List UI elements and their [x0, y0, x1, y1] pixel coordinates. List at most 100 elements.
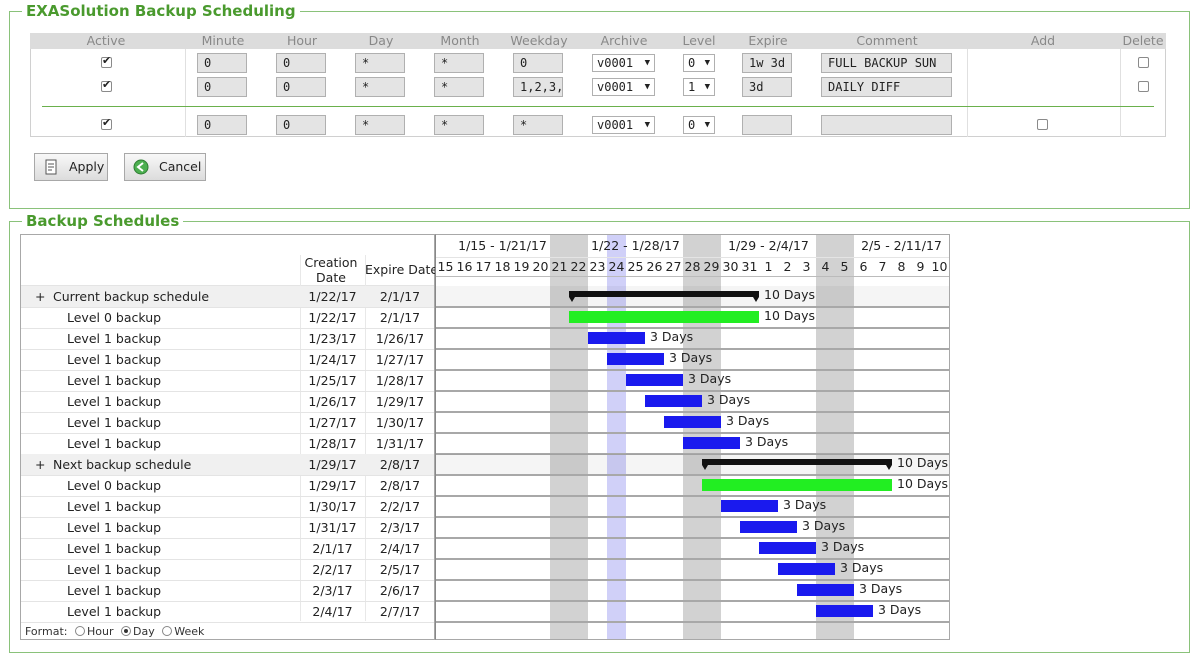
new-month-input[interactable]: * — [434, 115, 484, 135]
row1-active-checkbox[interactable] — [101, 54, 112, 68]
task-bar[interactable] — [778, 563, 835, 575]
row2-active-checkbox[interactable] — [101, 78, 112, 92]
summary-bar[interactable] — [702, 459, 892, 470]
cancel-button[interactable]: Cancel — [124, 153, 206, 181]
task-bar[interactable] — [626, 374, 683, 386]
row1-minute-input[interactable]: 0 — [197, 53, 247, 73]
row2-hour-input[interactable]: 0 — [276, 77, 326, 97]
row2-minute-input[interactable]: 0 — [197, 77, 247, 97]
col-creation-date-line2: Date — [316, 270, 346, 285]
day-number-label: 27 — [665, 259, 682, 274]
col-expire-date-header: Expire Date — [365, 262, 439, 277]
task-creation-date: 2/1/17 — [312, 541, 353, 556]
task-expire-date: 2/2/17 — [379, 499, 421, 514]
row1-level-value: 0 — [688, 56, 696, 70]
task-bar[interactable] — [816, 605, 873, 617]
task-bar[interactable] — [759, 542, 816, 554]
new-comment-input[interactable] — [821, 115, 952, 135]
col-day: Day — [368, 33, 394, 48]
new-add-checkbox[interactable] — [1037, 119, 1048, 130]
task-bar-label: 3 Days — [878, 602, 922, 617]
new-day-input[interactable]: * — [355, 115, 405, 135]
task-bar[interactable] — [797, 584, 854, 596]
format-hour-radio[interactable] — [74, 626, 85, 636]
new-active-checkbox[interactable] — [101, 116, 112, 130]
task-expire-date: 2/1/17 — [379, 310, 421, 325]
day-number-label: 19 — [513, 259, 530, 274]
task-creation-date: 2/3/17 — [312, 583, 353, 598]
task-bar[interactable] — [721, 500, 778, 512]
row2-archive-select[interactable]: v0001 ▼ — [592, 78, 655, 96]
task-bar[interactable] — [588, 332, 645, 344]
task-name: Level 1 backup — [67, 583, 162, 598]
task-name: Level 1 backup — [67, 604, 162, 619]
task-expire-date: 1/30/17 — [375, 415, 425, 430]
day-number-label: 25 — [627, 259, 644, 274]
row1-day-input[interactable]: * — [355, 53, 405, 73]
chart-row-divider — [436, 537, 949, 539]
task-name: Next backup schedule — [53, 457, 192, 472]
row1-comment-input[interactable]: FULL BACKUP SUN — [821, 53, 952, 73]
row1-level-select[interactable]: 0 ▼ — [683, 54, 715, 72]
row2-weekday-input[interactable]: 1,2,3, — [513, 77, 563, 97]
day-number-label: 26 — [646, 259, 663, 274]
day-number-label: 24 — [608, 259, 625, 274]
task-creation-date: 1/22/17 — [308, 310, 357, 325]
new-weekday-input[interactable]: * — [513, 115, 563, 135]
gantt-task-grid: Creation Date Expire Date + Current backu… — [20, 234, 439, 640]
new-minute-input[interactable]: 0 — [197, 115, 247, 135]
task-expire-date: 2/3/17 — [379, 520, 421, 535]
expand-toggle-icon[interactable]: + — [35, 286, 45, 307]
new-hour-input[interactable]: 0 — [276, 115, 326, 135]
row1-archive-select[interactable]: v0001 ▼ — [592, 54, 655, 72]
task-bar[interactable] — [702, 479, 892, 491]
col-delete: Delete — [1122, 33, 1164, 48]
row2-day-input[interactable]: * — [355, 77, 405, 97]
row2-level-select[interactable]: 1 ▼ — [683, 78, 715, 96]
col-archive: Archive — [600, 33, 648, 48]
col-creation-date-header: Creation Date — [303, 255, 359, 285]
task-bar[interactable] — [664, 416, 721, 428]
row1-expire-input[interactable]: 1w 3d — [742, 53, 792, 73]
col-divider — [967, 49, 968, 137]
chevron-down-icon: ▼ — [704, 120, 710, 130]
task-expire-date: 1/31/17 — [375, 436, 425, 451]
task-bar-label: 3 Days — [745, 434, 789, 449]
chart-row-divider — [436, 600, 949, 602]
day-number-label: 3 — [802, 259, 811, 274]
week-header-label: 1/15 - 1/21/17 — [458, 238, 547, 253]
row2-comment-input[interactable]: DAILY DIFF — [821, 77, 952, 97]
task-bar-label: 10 Days — [897, 476, 949, 491]
format-week-radio[interactable] — [162, 626, 173, 636]
day-number-label: 20 — [532, 259, 549, 274]
task-name: Level 1 backup — [67, 541, 162, 556]
col-month: Month — [440, 33, 480, 48]
new-expire-input[interactable] — [742, 115, 792, 135]
backup-schedules-title: Backup Schedules — [22, 212, 184, 230]
row1-weekday-input[interactable]: 0 — [513, 53, 563, 73]
task-expire-date: 2/1/17 — [379, 289, 421, 304]
cancel-button-label: Cancel — [159, 159, 202, 174]
day-number-label: 4 — [821, 259, 830, 274]
summary-bar[interactable] — [569, 291, 759, 302]
row2-delete-checkbox[interactable] — [1138, 81, 1149, 92]
task-bar[interactable] — [569, 311, 759, 323]
task-bar[interactable] — [740, 521, 797, 533]
format-day-radio[interactable] — [120, 626, 131, 636]
task-bar-label: 3 Days — [802, 518, 846, 533]
task-bar[interactable] — [645, 395, 702, 407]
new-archive-select[interactable]: v0001 ▼ — [592, 116, 655, 134]
task-bar[interactable] — [683, 437, 740, 449]
expand-toggle-icon[interactable]: + — [35, 454, 45, 475]
row2-expire-input[interactable]: 3d — [742, 77, 792, 97]
new-level-select[interactable]: 0 ▼ — [683, 116, 715, 134]
task-bar[interactable] — [607, 353, 664, 365]
task-expire-date: 2/8/17 — [379, 457, 421, 472]
day-number-label: 23 — [589, 259, 606, 274]
row2-month-input[interactable]: * — [434, 77, 484, 97]
apply-button[interactable]: Apply — [34, 153, 108, 181]
row1-delete-checkbox[interactable] — [1138, 57, 1149, 68]
row1-hour-input[interactable]: 0 — [276, 53, 326, 73]
task-name: Current backup schedule — [53, 289, 210, 304]
row1-month-input[interactable]: * — [434, 53, 484, 73]
